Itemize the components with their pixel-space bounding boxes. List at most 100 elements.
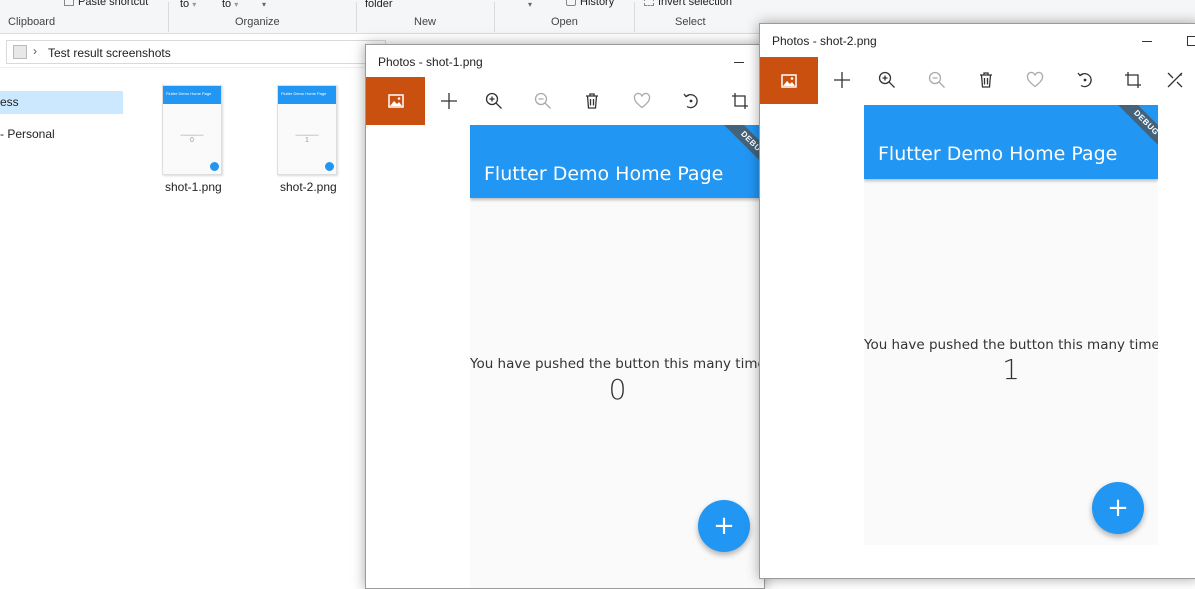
copy-to-button[interactable]: to ▾ — [222, 0, 238, 10]
crop-icon — [1125, 72, 1141, 88]
paste-shortcut-label: Paste shortcut — [78, 0, 149, 8]
dropdown-icon: ▾ — [528, 0, 533, 9]
view-image-button[interactable] — [366, 77, 425, 125]
ribbon-group-clipboard: Clipboard — [8, 16, 56, 28]
rotate-button[interactable] — [671, 78, 711, 124]
counter-value: 0 — [608, 373, 627, 406]
crop-button[interactable] — [1113, 57, 1153, 103]
nav-item-personal[interactable]: - Personal — [0, 127, 55, 141]
app-bar: Flutter Demo Home Page — [470, 125, 764, 198]
minimize-icon[interactable] — [1142, 41, 1152, 42]
ribbon-separator — [356, 2, 357, 32]
paste-shortcut-icon — [64, 0, 74, 7]
invert-selection-label: Invert selection — [658, 0, 732, 8]
crop-button[interactable] — [720, 78, 760, 124]
thumbnail-title: Flutter Demo Home Page — [281, 91, 327, 96]
file-name-shot-2[interactable]: shot-2.png — [280, 180, 337, 194]
paste-shortcut-button[interactable]: Paste shortcut — [64, 0, 148, 8]
file-thumbnail-shot-1[interactable]: Flutter Demo Home Page •••••••••••••••••… — [162, 85, 222, 175]
rotate-button[interactable] — [1065, 57, 1105, 103]
zoom-in-icon — [878, 71, 895, 88]
move-to-label: to — [180, 0, 190, 10]
move-icon — [441, 93, 457, 109]
increment-fab[interactable]: + — [1092, 482, 1144, 534]
history-icon — [566, 0, 576, 7]
thumbnail-fab — [325, 162, 334, 171]
window-title: Photos - shot-1.png — [378, 55, 483, 69]
delete-icon — [586, 93, 598, 109]
counter-description: You have pushed the button this many tim… — [470, 356, 765, 372]
thumbnail-appbar: Flutter Demo Home Page — [163, 86, 221, 104]
heart-icon — [1026, 71, 1044, 88]
address-path: Test result screenshots — [48, 46, 171, 60]
ribbon-group-new: New — [414, 16, 437, 28]
thumbnail-fab — [210, 162, 219, 171]
address-bar[interactable]: › Test result screenshots — [6, 40, 386, 64]
history-button[interactable]: History — [566, 0, 614, 8]
counter-description: You have pushed the button this many tim… — [864, 337, 1158, 353]
increment-fab[interactable]: + — [698, 500, 750, 552]
zoom-out-icon — [534, 92, 551, 109]
image-icon — [781, 73, 797, 88]
plus-icon: + — [713, 511, 735, 541]
crop-icon — [732, 93, 748, 109]
zoom-out-button[interactable] — [523, 78, 563, 124]
zoom-in-button[interactable] — [474, 78, 514, 124]
image-icon — [387, 94, 404, 108]
copy-to-label: to — [222, 0, 232, 10]
file-name-shot-1[interactable]: shot-1.png — [165, 180, 222, 194]
ribbon-group-organize: Organize — [235, 16, 280, 28]
nav-item-selected[interactable]: ess — [0, 91, 123, 114]
folder-icon — [13, 45, 27, 59]
history-label: History — [580, 0, 615, 8]
ribbon-group-open: Open — [551, 16, 578, 28]
thumbnail-counter: 0 — [190, 137, 194, 144]
minimize-icon[interactable] — [734, 62, 744, 63]
app-bar-title: Flutter Demo Home Page — [878, 143, 1118, 165]
zoom-in-button[interactable] — [867, 57, 907, 103]
edit-button[interactable] — [1155, 57, 1195, 103]
invert-selection-button[interactable]: Invert selection — [644, 0, 732, 8]
ribbon-separator — [494, 2, 495, 32]
thumbnail-counter: 1 — [305, 137, 309, 144]
app-bar: Flutter Demo Home Page — [864, 105, 1158, 179]
invert-selection-icon — [644, 0, 654, 7]
edit-icon — [1167, 72, 1183, 88]
delete-button[interactable] — [572, 78, 612, 124]
delete-dropdown-button[interactable]: ▾ — [262, 0, 266, 10]
ribbon-separator — [168, 2, 169, 32]
ribbon-separator — [634, 2, 635, 32]
rotate-icon — [1077, 72, 1092, 88]
move-icon — [834, 72, 850, 88]
nav-item-label: ess — [0, 95, 19, 109]
chevron-right-icon: › — [33, 44, 37, 58]
photos-window-shot-1: Photos - shot-1.png Flutter Demo Home Pa… — [365, 44, 765, 589]
counter-value: 1 — [1002, 353, 1020, 386]
zoom-out-icon — [928, 71, 945, 88]
view-image-button[interactable] — [760, 57, 818, 104]
delete-icon — [980, 72, 992, 88]
flutter-screenshot: Flutter Demo Home Page DEBUG You have pu… — [470, 125, 765, 588]
flutter-screenshot: Flutter Demo Home Page DEBUG You have pu… — [864, 105, 1158, 545]
move-button[interactable] — [429, 78, 469, 124]
dropdown-icon: ▾ — [192, 0, 197, 9]
ribbon-group-select: Select — [675, 16, 706, 28]
rotate-icon — [683, 93, 698, 109]
move-button[interactable] — [822, 57, 862, 103]
plus-icon: + — [1107, 493, 1129, 523]
maximize-icon[interactable] — [1187, 36, 1195, 46]
dropdown-icon: ▾ — [262, 0, 267, 9]
new-folder-button[interactable]: folder — [365, 0, 393, 10]
move-to-button[interactable]: to ▾ — [180, 0, 196, 10]
delete-button[interactable] — [966, 57, 1006, 103]
dropdown-icon: ▾ — [234, 0, 239, 9]
file-thumbnail-shot-2[interactable]: Flutter Demo Home Page •••••••••••••••••… — [277, 85, 337, 175]
favorite-button[interactable] — [622, 78, 662, 124]
app-bar-title: Flutter Demo Home Page — [484, 163, 724, 185]
heart-icon — [633, 92, 651, 109]
zoom-out-button[interactable] — [917, 57, 957, 103]
zoom-in-icon — [485, 92, 502, 109]
properties-dropdown-button[interactable]: ▾ — [528, 0, 532, 10]
favorite-button[interactable] — [1015, 57, 1055, 103]
thumbnail-appbar: Flutter Demo Home Page — [278, 86, 336, 104]
